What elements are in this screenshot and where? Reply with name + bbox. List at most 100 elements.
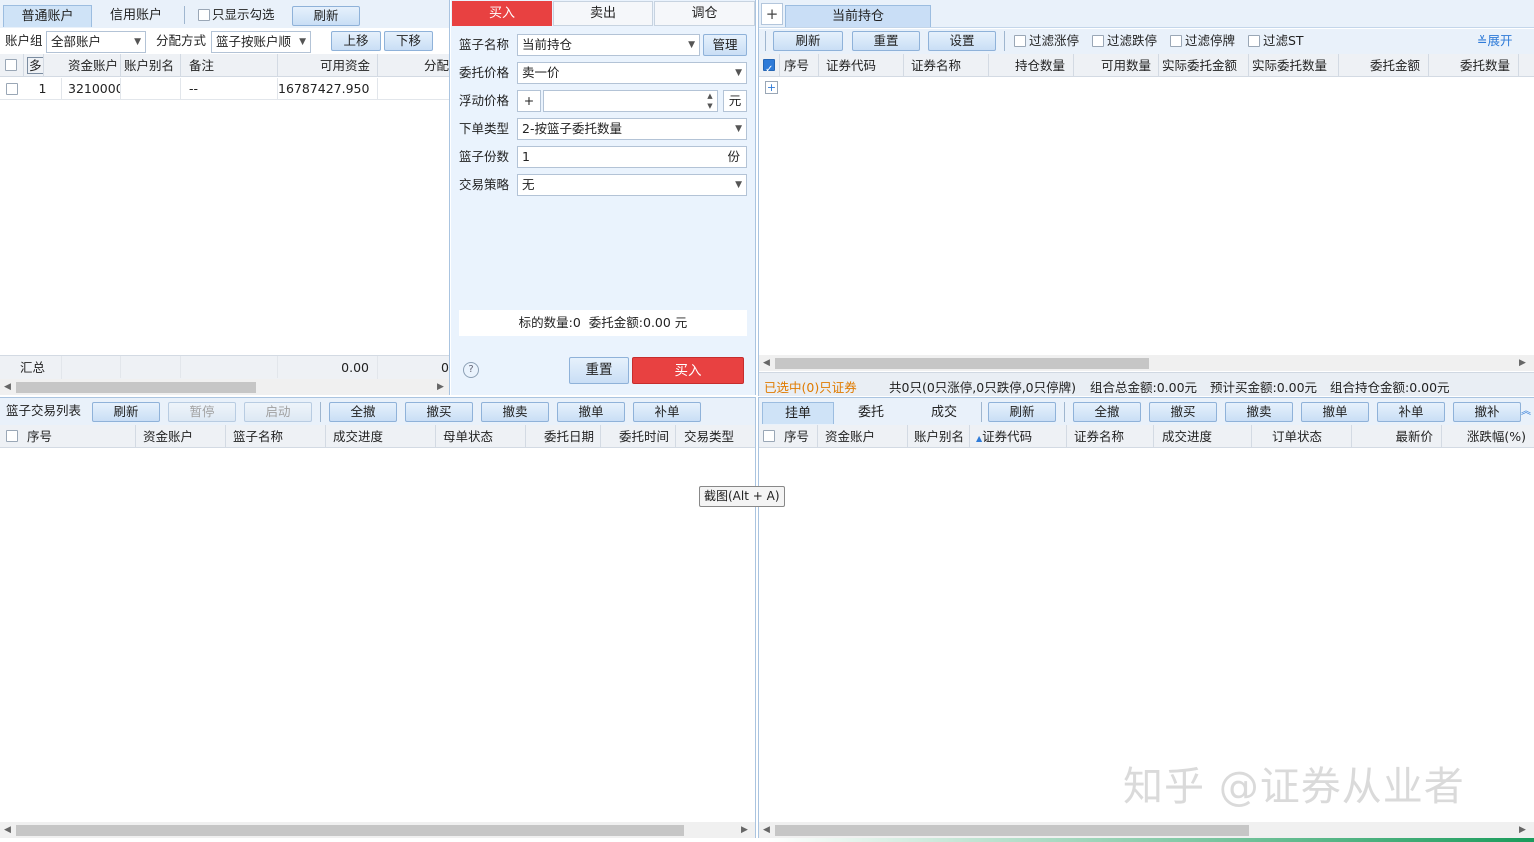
orders-reorder-button[interactable]: 补单 [1377,402,1445,422]
select-all-checkbox[interactable] [5,59,17,71]
tab-credit-account[interactable]: 信用账户 [95,5,177,27]
basket-start-button[interactable]: 启动 [244,402,312,422]
col-change-pct[interactable]: 涨跌幅(%) [1442,425,1534,448]
holdings-settings-button[interactable]: 设置 [928,31,996,51]
filter-limit-down-checkbox[interactable] [1092,35,1104,47]
col-order-date[interactable]: 委托日期 [526,425,601,448]
only-checked-checkbox[interactable] [198,9,210,21]
order-tab-sell[interactable]: 卖出 [553,1,653,26]
col-code[interactable]: 证券代码 [819,54,904,77]
scroll-thumb[interactable] [775,825,1249,836]
float-unit-select[interactable]: 元 [723,90,747,112]
strategy-select[interactable]: 无 ▼ [517,174,747,196]
basket-cancel-all-button[interactable]: 全撤 [329,402,397,422]
col-note[interactable]: 备注 [181,54,278,77]
move-down-button[interactable]: 下移 [384,31,433,51]
add-row-icon[interactable]: + [765,81,778,94]
col-seq[interactable]: 序号 [780,54,819,77]
col-order-amount[interactable]: 委托金额 [1339,54,1429,77]
scroll-thumb[interactable] [775,358,1149,369]
order-tab-rebalance[interactable]: 调仓 [654,1,755,26]
float-sign-select[interactable]: + [517,90,541,112]
select-all-checkbox[interactable] [763,58,775,77]
col-progress[interactable]: 成交进度 [1154,425,1252,448]
holdings-reset-button[interactable]: 重置 [852,31,920,51]
horizontal-scrollbar[interactable]: ◀ ▶ [759,355,1534,371]
col-order-time[interactable]: 委托时间 [601,425,676,448]
order-type-select[interactable]: 2-按篮子委托数量 ▼ [517,118,747,140]
orders-cancel-sell-button[interactable]: 撤卖 [1225,402,1293,422]
col-account[interactable]: 资金账户 [44,54,121,77]
filter-suspended-checkbox[interactable] [1170,35,1182,47]
float-price-input[interactable] [543,90,718,112]
basket-cancel-buy-button[interactable]: 撤买 [405,402,473,422]
tab-current-holdings[interactable]: 当前持仓 [785,5,931,27]
col-order-status[interactable]: 订单状态 [1252,425,1352,448]
basket-name-select[interactable]: 当前持仓 ▼ [517,34,700,56]
account-group-select[interactable]: 全部账户 ▼ [46,31,146,53]
scroll-left-icon[interactable]: ◀ [4,822,11,838]
table-row[interactable]: 1 3210000 -- 16787427.950 [0,78,449,100]
horizontal-scrollbar[interactable]: ◀ ▶ [0,379,449,395]
order-tab-buy[interactable]: 买入 [452,1,552,26]
float-stepper[interactable]: ▲ ▼ [703,91,717,111]
scroll-right-icon[interactable]: ▶ [741,822,748,838]
scroll-thumb[interactable] [16,382,256,393]
expand-button[interactable]: ≚展开 [1477,31,1513,51]
col-code[interactable]: ▲证券代码 [970,425,1067,448]
basket-cancel-sell-button[interactable]: 撤卖 [481,402,549,422]
refresh-button[interactable]: 刷新 [292,6,360,26]
copies-input[interactable]: 1份 [517,146,747,168]
tab-pending[interactable]: 挂单 [762,402,834,424]
tab-trades[interactable]: 成交 [908,402,980,424]
scroll-left-icon[interactable]: ◀ [4,379,11,395]
select-all-checkbox[interactable] [6,430,18,442]
order-buy-button[interactable]: 买入 [632,357,744,384]
orders-cancel-reorder-button[interactable]: 撤补 [1453,402,1521,422]
tab-normal-account[interactable]: 普通账户 [3,5,92,27]
col-alias[interactable]: 账户别名 [121,54,181,77]
select-all-checkbox[interactable] [763,430,775,442]
scroll-right-icon[interactable]: ▶ [437,379,444,395]
row-checkbox[interactable] [6,83,18,95]
orders-cancel-all-button[interactable]: 全撤 [1073,402,1141,422]
col-actual-amount[interactable]: 实际委托金额 [1159,54,1249,77]
col-trade-type[interactable]: 交易类型 [676,425,755,448]
filter-st-checkbox[interactable] [1248,35,1260,47]
alloc-select[interactable]: 篮子按账户顺 ▼ [211,31,311,53]
filter-limit-up-checkbox[interactable] [1014,35,1026,47]
col-actual-qty[interactable]: 实际委托数量 [1249,54,1339,77]
scroll-left-icon[interactable]: ◀ [763,355,770,371]
collapse-icon[interactable]: ︽ [1521,402,1531,417]
col-multi[interactable]: 多 [24,54,44,77]
basket-reorder-button[interactable]: 补单 [633,402,701,422]
col-alloc[interactable]: 分配 [378,54,449,77]
help-icon[interactable]: ? [463,362,479,378]
manage-button[interactable]: 管理 [703,34,747,56]
col-name[interactable]: 证券名称 [1067,425,1154,448]
scroll-right-icon[interactable]: ▶ [1519,355,1526,371]
add-tab-button[interactable]: + [761,3,783,25]
tab-orders[interactable]: 委托 [835,402,907,424]
col-progress[interactable]: 成交进度 [326,425,436,448]
scroll-thumb[interactable] [16,825,684,836]
move-up-button[interactable]: 上移 [331,31,381,51]
col-alias[interactable]: 账户别名 [908,425,970,448]
col-seq[interactable]: 序号 [780,425,818,448]
col-avail-qty[interactable]: 可用数量 [1074,54,1159,77]
orders-cancel-buy-button[interactable]: 撤买 [1149,402,1217,422]
basket-cancel-order-button[interactable]: 撤单 [557,402,625,422]
holdings-refresh-button[interactable]: 刷新 [773,31,843,51]
col-account[interactable]: 资金账户 [818,425,908,448]
col-last-price[interactable]: 最新价 [1352,425,1442,448]
horizontal-scrollbar[interactable]: ◀ ▶ [759,822,1534,838]
col-account[interactable]: 资金账户 [136,425,226,448]
col-name[interactable]: 证券名称 [904,54,989,77]
scroll-right-icon[interactable]: ▶ [1519,822,1526,838]
col-parent-status[interactable]: 母单状态 [436,425,526,448]
horizontal-scrollbar[interactable]: ◀ ▶ [0,822,755,838]
col-available[interactable]: 可用资金 [278,54,378,77]
scroll-left-icon[interactable]: ◀ [763,822,770,838]
col-hold-qty[interactable]: 持仓数量 [989,54,1074,77]
col-order-qty[interactable]: 委托数量 [1429,54,1519,77]
